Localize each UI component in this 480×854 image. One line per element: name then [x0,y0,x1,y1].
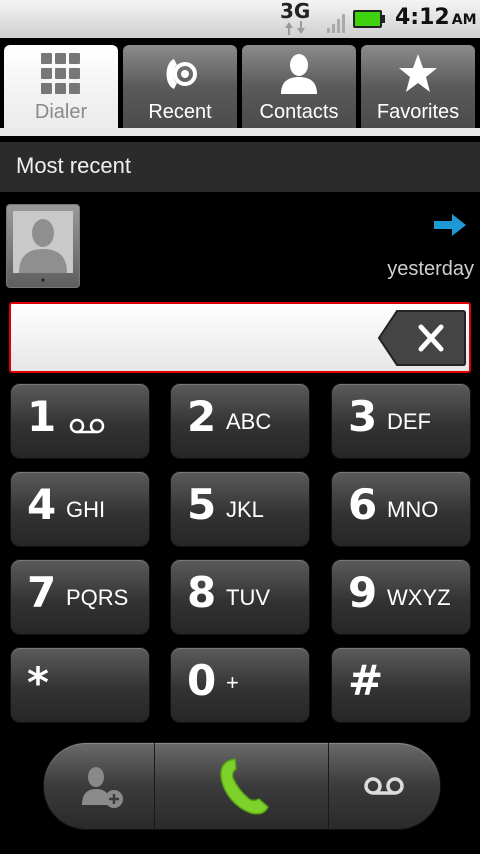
key-9[interactable]: 9 WXYZ [331,559,471,635]
key-digit: 3 [348,392,378,441]
add-contact-icon [82,767,123,808]
tab-favorites[interactable]: Favorites [361,45,475,130]
voicemail-icon [364,777,404,795]
tab-dialer[interactable]: Dialer [4,45,118,130]
key-3[interactable]: 3 DEF [331,383,471,459]
battery-icon [353,10,385,28]
data-activity-icon [285,21,305,35]
dialpad-grid-icon [41,53,80,94]
key-digit: 0 [187,656,217,705]
key-letters: DEF [387,409,431,434]
backspace-button[interactable] [377,309,467,367]
key-letters: PQRS [66,585,129,610]
key-letters: GHI [66,497,106,522]
phone-call-icon [220,758,269,815]
key-letters: JKL [226,497,264,522]
key-6[interactable]: 6 MNO [331,471,471,547]
key-digit: 1 [27,392,57,441]
tab-label: Contacts [259,101,339,123]
clock-time: 4:12 [395,5,450,30]
call-log-icon [166,59,197,89]
key-4[interactable]: 4 GHI [10,471,150,547]
section-header-label: Most recent [16,153,131,178]
key-digit: 5 [187,480,217,529]
key-digit: 7 [27,568,57,617]
key-0[interactable]: 0 + [170,647,310,723]
outgoing-call-arrow-icon [434,214,466,236]
phone-number-input[interactable] [19,312,373,364]
key-pound[interactable]: # [331,647,471,723]
signal-strength-icon [327,14,345,33]
key-digit: 4 [27,480,57,529]
key-letters: TUV [226,585,270,610]
key-digit: 9 [348,568,378,617]
key-letters: WXYZ [387,585,451,610]
key-8[interactable]: 8 TUV [170,559,310,635]
tab-label: Recent [148,101,212,123]
tab-contacts[interactable]: Contacts [242,45,356,130]
key-digit: # [348,656,384,705]
default-contact-icon [13,211,73,282]
recent-call-time: yesterday [387,258,474,280]
add-contact-button[interactable] [44,743,154,829]
network-type: 3G [280,0,311,23]
contact-avatar[interactable] [6,204,80,288]
person-icon [281,54,317,94]
key-digit: 8 [187,568,217,617]
tab-bar: Dialer Recent Contacts Favorites [0,38,480,136]
tab-underline [0,128,480,136]
clock-ampm: AM [451,12,477,28]
key-digit: * [27,658,49,707]
voicemail-button[interactable] [329,743,440,829]
key-star[interactable]: * [10,647,150,723]
action-bar [43,742,441,830]
tab-recent[interactable]: Recent [123,45,237,130]
key-5[interactable]: 5 JKL [170,471,310,547]
call-button[interactable] [155,743,328,829]
clock: 4:12 AM [395,5,477,30]
key-7[interactable]: 7 PQRS [10,559,150,635]
star-icon [399,54,437,92]
key-digit: 2 [187,392,217,441]
key-digit: 6 [348,480,378,529]
voicemail-icon [69,418,105,434]
key-2[interactable]: 2 ABC [170,383,310,459]
key-letters: MNO [387,497,439,522]
tab-label: Favorites [376,101,460,123]
phone-number-field[interactable] [9,302,471,373]
tab-label: Dialer [34,101,88,123]
status-bar: 3G 4:12 AM [0,0,480,38]
key-1[interactable]: 1 [10,383,150,459]
key-letters: + [226,670,239,695]
key-letters: ABC [226,409,272,434]
section-header: Most recent [0,142,480,192]
